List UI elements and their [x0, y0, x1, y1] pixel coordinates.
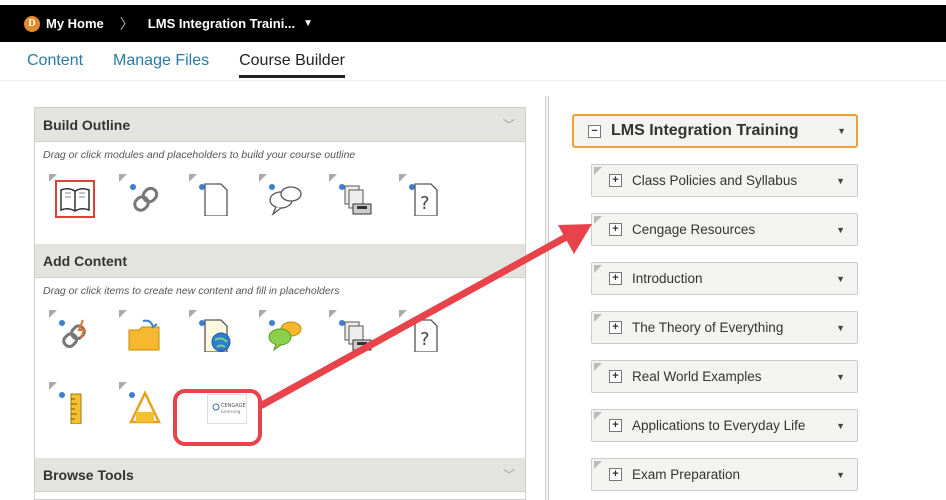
- expand-icon[interactable]: +: [609, 321, 622, 334]
- outline-module[interactable]: + Applications to Everyday Life ▼: [591, 409, 858, 442]
- link-icon: [130, 184, 159, 212]
- outline-module[interactable]: + Introduction ▼: [591, 262, 858, 295]
- svg-text:?: ?: [420, 329, 430, 350]
- add-content-title: Add Content: [43, 252, 127, 269]
- discussion-tool[interactable]: [255, 172, 325, 228]
- outline-module[interactable]: + Cengage Resources ▼: [591, 213, 858, 246]
- web-link-icon: [199, 319, 231, 352]
- browse-tools-header[interactable]: Browse Tools ﹀: [35, 458, 525, 492]
- course-selector[interactable]: LMS Integration Traini...: [148, 16, 295, 31]
- dropbox-tool[interactable]: [325, 172, 395, 228]
- outline-root-label: LMS Integration Training: [611, 122, 799, 139]
- document-icon: [199, 183, 228, 216]
- module-label: Applications to Everyday Life: [632, 418, 806, 433]
- discussion-icon: [269, 184, 302, 216]
- dropbox-tool-2[interactable]: [325, 308, 395, 364]
- tools-panel: Build Outline ﹀ Drag or click modules an…: [34, 107, 526, 500]
- expand-icon[interactable]: +: [609, 174, 622, 187]
- upload-folder-icon: [128, 319, 160, 351]
- home-logo-icon[interactable]: D: [24, 15, 40, 32]
- chevron-down-icon[interactable]: ﹀: [503, 466, 515, 483]
- dropdown-icon[interactable]: ▼: [836, 421, 845, 431]
- module-label: Class Policies and Syllabus: [632, 173, 798, 188]
- dropdown-icon[interactable]: ▼: [836, 274, 845, 284]
- module-label: Real World Examples: [632, 369, 762, 384]
- quiz-tool-2[interactable]: ?: [395, 308, 465, 364]
- expand-icon[interactable]: +: [609, 370, 622, 383]
- grade-tool[interactable]: [45, 380, 115, 436]
- top-navbar: D My Home 〉 LMS Integration Traini... ▼: [0, 5, 946, 42]
- build-outline-hint: Drag or click modules and placeholders t…: [43, 149, 356, 161]
- link-tool[interactable]: [115, 172, 185, 228]
- dropdown-icon[interactable]: ▼: [836, 372, 845, 382]
- dropbox-icon: [339, 184, 372, 215]
- book-icon: [55, 180, 95, 218]
- module-tool[interactable]: [45, 172, 115, 228]
- tab-bar: Content Manage Files Course Builder: [27, 52, 375, 78]
- expand-icon[interactable]: +: [609, 468, 622, 481]
- discussion-icon: [268, 320, 302, 352]
- add-content-tools-row1: ?: [35, 300, 525, 372]
- outline-module[interactable]: + Class Policies and Syllabus ▼: [591, 164, 858, 197]
- ruler-icon: [59, 392, 82, 424]
- build-outline-title: Build Outline: [43, 116, 131, 133]
- quicklink-icon: [59, 319, 86, 349]
- build-outline-tools: ?: [35, 164, 525, 236]
- weblink-tool[interactable]: [185, 308, 255, 364]
- add-content-hint: Drag or click items to create new conten…: [43, 285, 340, 297]
- browse-tools-title: Browse Tools: [43, 466, 134, 483]
- outline-module[interactable]: + Exam Preparation ▼: [591, 458, 858, 491]
- outline-module[interactable]: + The Theory of Everything ▼: [591, 311, 858, 344]
- add-content-tools-row2: CENGAGE Learning: [35, 372, 525, 444]
- tab-content[interactable]: Content: [27, 52, 83, 78]
- annotation-highlight-box: [173, 389, 262, 446]
- tab-manage-files[interactable]: Manage Files: [113, 52, 209, 78]
- module-label: The Theory of Everything: [632, 320, 784, 335]
- module-label: Cengage Resources: [632, 222, 756, 237]
- expand-icon[interactable]: +: [609, 419, 622, 432]
- dropdown-icon[interactable]: ▼: [836, 176, 845, 186]
- dropbox-icon: [339, 320, 372, 351]
- expand-icon[interactable]: +: [609, 223, 622, 236]
- dropdown-icon[interactable]: ▼: [836, 323, 845, 333]
- breadcrumb-separator-icon: 〉: [119, 15, 134, 32]
- document-tool[interactable]: [185, 172, 255, 228]
- upload-tool[interactable]: [115, 308, 185, 364]
- tabs-divider: [0, 80, 946, 81]
- survey-icon: [129, 390, 161, 424]
- my-home-link[interactable]: My Home: [46, 16, 104, 31]
- module-label: Exam Preparation: [632, 467, 741, 482]
- discussion-tool-2[interactable]: [255, 308, 325, 364]
- panel-splitter[interactable]: [545, 96, 549, 500]
- quiz-icon: ?: [409, 183, 438, 216]
- quiz-icon: ?: [409, 319, 438, 352]
- collapse-icon[interactable]: −: [588, 124, 601, 138]
- outline-module[interactable]: + Real World Examples ▼: [591, 360, 858, 393]
- dropdown-icon[interactable]: ▼: [836, 225, 845, 235]
- quicklink-tool[interactable]: [45, 308, 115, 364]
- svg-text:?: ?: [420, 193, 430, 214]
- dropdown-icon[interactable]: ▼: [837, 126, 846, 136]
- tab-course-builder[interactable]: Course Builder: [239, 52, 345, 78]
- chevron-down-icon[interactable]: ﹀: [503, 116, 515, 133]
- dropdown-icon[interactable]: ▼: [836, 470, 845, 480]
- build-outline-header[interactable]: Build Outline ﹀: [35, 108, 525, 142]
- quiz-tool[interactable]: ?: [395, 172, 465, 228]
- module-label: Introduction: [632, 271, 703, 286]
- add-content-header[interactable]: Add Content: [35, 244, 525, 278]
- expand-icon[interactable]: +: [609, 272, 622, 285]
- outline-root-node[interactable]: − LMS Integration Training ▼: [572, 114, 858, 148]
- course-dropdown-icon[interactable]: ▼: [303, 18, 313, 29]
